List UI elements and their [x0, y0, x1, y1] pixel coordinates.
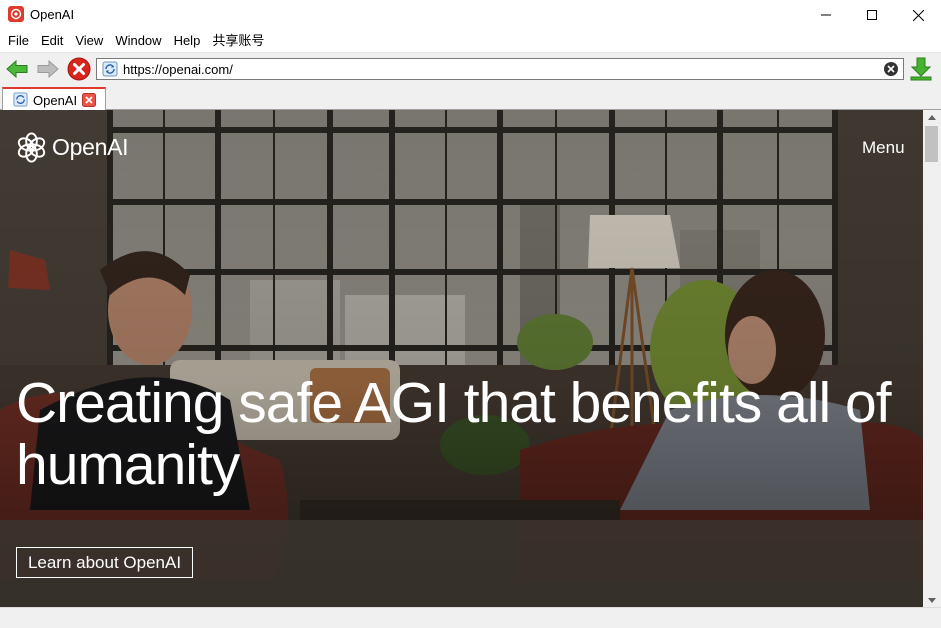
close-window-button[interactable]: [895, 0, 941, 30]
scroll-up-button[interactable]: [923, 110, 941, 124]
window-title: OpenAI: [30, 7, 75, 22]
tab-strip: OpenAI: [0, 84, 941, 111]
maximize-icon: [867, 10, 877, 20]
learn-about-openai-button[interactable]: Learn about OpenAI: [16, 547, 193, 578]
vertical-scrollbar[interactable]: [923, 110, 941, 607]
menu-bar: File Edit View Window Help 共享账号: [0, 30, 941, 51]
title-bar: OpenAI: [0, 0, 941, 30]
scroll-thumb[interactable]: [925, 126, 938, 162]
download-button[interactable]: [908, 56, 934, 82]
stop-button[interactable]: [66, 56, 92, 82]
app-icon: [8, 6, 24, 22]
tab-openai[interactable]: OpenAI: [2, 87, 106, 111]
refresh-icon: [13, 92, 28, 107]
stop-icon: [67, 57, 91, 81]
menu-help[interactable]: Help: [168, 30, 207, 51]
menu-edit[interactable]: Edit: [35, 30, 69, 51]
navigation-toolbar: [0, 52, 941, 84]
url-input[interactable]: [123, 60, 873, 78]
download-icon: [910, 57, 932, 81]
hero-headline: Creating safe AGI that benefits all of h…: [16, 371, 892, 497]
openai-logo-icon: [17, 132, 46, 163]
status-bar: [0, 607, 941, 628]
minimize-button[interactable]: [803, 0, 849, 30]
back-button[interactable]: [4, 56, 30, 82]
clear-icon[interactable]: [883, 61, 899, 77]
menu-file[interactable]: File: [2, 30, 35, 51]
site-logo-text: OpenAI: [52, 134, 129, 160]
chevron-down-icon: [928, 597, 936, 603]
hero-image: [0, 110, 923, 607]
forward-arrow-icon: [37, 59, 59, 79]
site-menu-button[interactable]: Menu: [862, 138, 905, 158]
close-icon: [912, 9, 924, 21]
menu-window[interactable]: Window: [109, 30, 167, 51]
back-arrow-icon: [6, 59, 28, 79]
web-content: OpenAI Menu Creating safe AGI that benef…: [0, 110, 923, 607]
refresh-icon[interactable]: [102, 61, 118, 77]
menu-view[interactable]: View: [69, 30, 109, 51]
site-logo[interactable]: OpenAI: [16, 132, 129, 163]
menu-share-account[interactable]: 共享账号: [206, 30, 270, 51]
forward-button[interactable]: [35, 56, 61, 82]
tab-close-icon[interactable]: [82, 93, 96, 107]
tab-label: OpenAI: [33, 93, 78, 108]
address-bar[interactable]: [96, 58, 904, 80]
scroll-down-button[interactable]: [923, 593, 941, 607]
chevron-up-icon: [928, 114, 936, 120]
minimize-icon: [821, 14, 831, 16]
maximize-button[interactable]: [849, 0, 895, 30]
